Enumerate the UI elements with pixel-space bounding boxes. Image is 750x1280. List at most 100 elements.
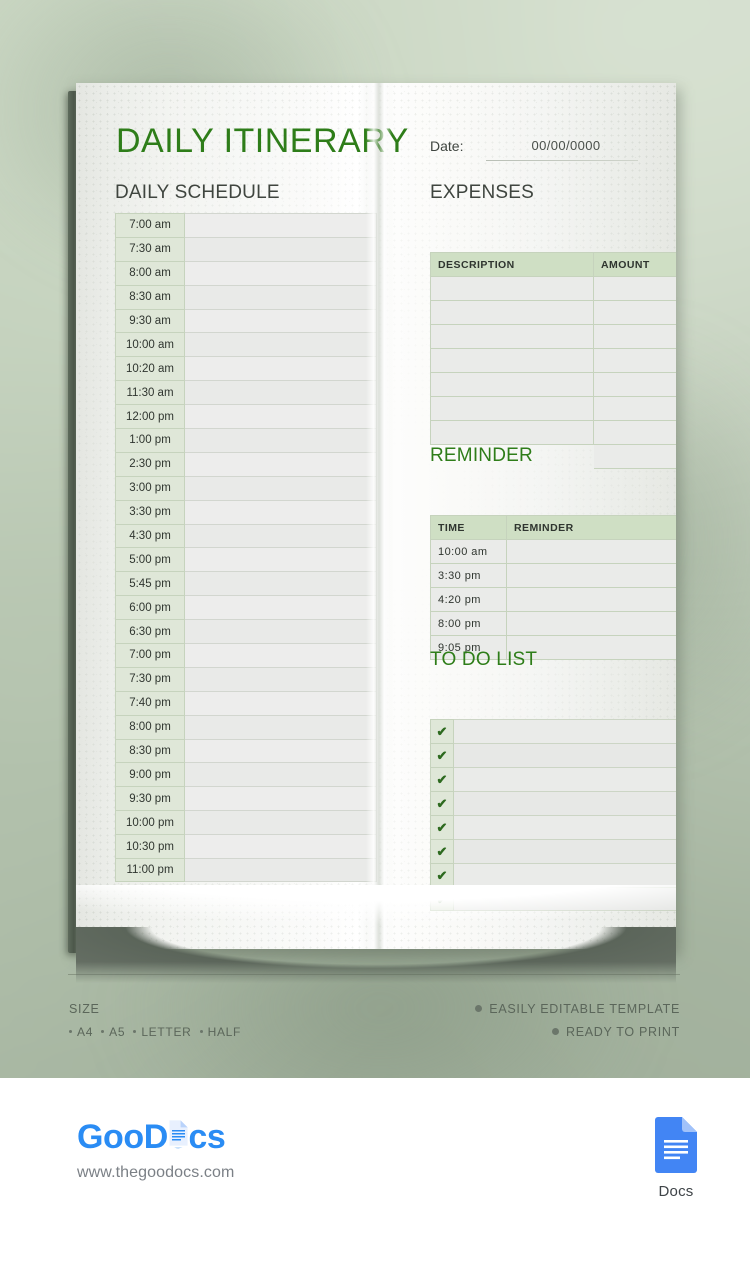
list-item: ✔ xyxy=(430,887,676,911)
schedule-note-cell[interactable] xyxy=(185,666,377,691)
reminder-text-cell[interactable] xyxy=(506,539,676,564)
schedule-time-cell: 7:00 pm xyxy=(115,643,185,667)
schedule-note-cell[interactable] xyxy=(185,356,377,381)
expenses-amount-cell[interactable] xyxy=(593,300,676,325)
checkmark-icon[interactable]: ✔ xyxy=(430,743,454,767)
todo-text-cell[interactable] xyxy=(454,719,676,743)
todo-text-cell[interactable] xyxy=(454,767,676,791)
schedule-note-cell[interactable] xyxy=(185,834,377,859)
schedule-note-cell[interactable] xyxy=(185,547,377,572)
feature-print: READY TO PRINT xyxy=(552,1025,680,1039)
schedule-row: 9:30 pm xyxy=(115,786,377,811)
schedule-note-cell[interactable] xyxy=(185,786,377,811)
reminder-text-cell[interactable] xyxy=(506,587,676,612)
expenses-amount-cell[interactable] xyxy=(593,324,676,349)
todo-text-cell[interactable] xyxy=(454,887,676,911)
schedule-note-cell[interactable] xyxy=(185,858,377,882)
schedule-note-cell[interactable] xyxy=(185,475,377,500)
expenses-amount-cell[interactable] xyxy=(593,420,676,445)
expenses-description-cell[interactable] xyxy=(430,348,594,373)
schedule-note-cell[interactable] xyxy=(185,714,377,739)
reminder-text-cell[interactable] xyxy=(506,611,676,636)
expenses-description-cell[interactable] xyxy=(430,372,594,397)
schedule-note-cell[interactable] xyxy=(185,643,377,667)
schedule-row: 5:45 pm xyxy=(115,571,377,596)
expenses-table: DESCRIPTION AMOUNT xyxy=(430,252,676,469)
checkmark-icon[interactable]: ✔ xyxy=(430,791,454,815)
checkmark-icon[interactable]: ✔ xyxy=(430,863,454,887)
schedule-note-cell[interactable] xyxy=(185,738,377,763)
schedule-note-cell[interactable] xyxy=(185,595,377,620)
checkmark-icon[interactable]: ✔ xyxy=(430,767,454,791)
schedule-note-cell[interactable] xyxy=(185,762,377,787)
schedule-note-cell[interactable] xyxy=(185,332,377,357)
todo-text-cell[interactable] xyxy=(454,839,676,863)
expenses-amount-cell[interactable] xyxy=(593,444,676,469)
schedule-note-cell[interactable] xyxy=(185,380,377,405)
todo-text-cell[interactable] xyxy=(454,863,676,887)
schedule-time-cell: 5:00 pm xyxy=(115,547,185,572)
schedule-time-cell: 7:40 pm xyxy=(115,690,185,715)
schedule-time-cell: 4:30 pm xyxy=(115,523,185,548)
todo-text-cell[interactable] xyxy=(454,815,676,839)
list-item: ✔ xyxy=(430,743,676,767)
schedule-time-cell: 9:00 pm xyxy=(115,762,185,787)
goodocs-logo[interactable]: GooDocs www.thegoodocs.com xyxy=(77,1118,234,1181)
expenses-amount-cell[interactable] xyxy=(593,396,676,421)
daily-schedule-heading: DAILY SCHEDULE xyxy=(115,182,280,203)
expenses-description-cell[interactable] xyxy=(430,300,594,325)
schedule-note-cell[interactable] xyxy=(185,619,377,644)
goodocs-url[interactable]: www.thegoodocs.com xyxy=(77,1164,234,1182)
schedule-note-cell[interactable] xyxy=(185,451,377,476)
schedule-time-cell: 11:30 am xyxy=(115,380,185,405)
expenses-description-cell[interactable] xyxy=(430,396,594,421)
daily-schedule-table: 7:00 am 7:30 am 8:00 am 8:30 am 9:30 am 10:00… xyxy=(115,213,377,882)
expenses-col-description: DESCRIPTION xyxy=(430,252,594,277)
schedule-note-cell[interactable] xyxy=(185,571,377,596)
table-row xyxy=(430,348,676,373)
schedule-time-cell: 5:45 pm xyxy=(115,571,185,596)
expenses-description-cell[interactable] xyxy=(430,276,594,301)
expenses-amount-cell[interactable] xyxy=(593,276,676,301)
todo-text-cell[interactable] xyxy=(454,743,676,767)
schedule-note-cell[interactable] xyxy=(185,499,377,524)
schedule-note-cell[interactable] xyxy=(185,213,377,237)
checkmark-icon[interactable]: ✔ xyxy=(430,887,454,911)
table-row: 4:20 pm xyxy=(430,587,676,612)
schedule-time-cell: 9:30 pm xyxy=(115,786,185,811)
google-docs-label: Docs xyxy=(658,1183,694,1200)
schedule-time-cell: 8:30 pm xyxy=(115,738,185,763)
expenses-description-cell[interactable] xyxy=(430,324,594,349)
google-docs-badge[interactable]: Docs xyxy=(644,1116,708,1200)
checkmark-icon[interactable]: ✔ xyxy=(430,719,454,743)
reminder-header-row: TIME REMINDER xyxy=(430,515,676,540)
expenses-description-cell[interactable] xyxy=(430,420,594,445)
schedule-note-cell[interactable] xyxy=(185,690,377,715)
info-divider xyxy=(68,974,680,975)
feature-editable-label: EASILY EDITABLE TEMPLATE xyxy=(489,1002,680,1016)
schedule-note-cell[interactable] xyxy=(185,428,377,452)
schedule-time-cell: 8:00 pm xyxy=(115,714,185,739)
schedule-note-cell[interactable] xyxy=(185,236,377,261)
date-value[interactable]: 00/00/0000 xyxy=(494,138,638,153)
schedule-note-cell[interactable] xyxy=(185,810,377,835)
schedule-note-cell[interactable] xyxy=(185,260,377,285)
schedule-time-cell: 7:30 am xyxy=(115,236,185,261)
schedule-note-cell[interactable] xyxy=(185,308,377,333)
date-field[interactable]: Date: 00/00/0000 xyxy=(430,136,638,164)
schedule-row: 6:00 pm xyxy=(115,595,377,620)
reminder-col-time: TIME xyxy=(430,515,507,540)
schedule-row: 8:30 pm xyxy=(115,738,377,763)
schedule-note-cell[interactable] xyxy=(185,404,377,429)
expenses-amount-cell[interactable] xyxy=(593,372,676,397)
todo-text-cell[interactable] xyxy=(454,791,676,815)
expenses-amount-cell[interactable] xyxy=(593,348,676,373)
goodocs-wordmark: GooDocs xyxy=(77,1118,226,1154)
schedule-note-cell[interactable] xyxy=(185,523,377,548)
reminder-text-cell[interactable] xyxy=(506,563,676,588)
checkmark-icon[interactable]: ✔ xyxy=(430,839,454,863)
schedule-row: 3:00 pm xyxy=(115,475,377,500)
schedule-note-cell[interactable] xyxy=(185,284,377,309)
table-row xyxy=(430,300,676,325)
checkmark-icon[interactable]: ✔ xyxy=(430,815,454,839)
